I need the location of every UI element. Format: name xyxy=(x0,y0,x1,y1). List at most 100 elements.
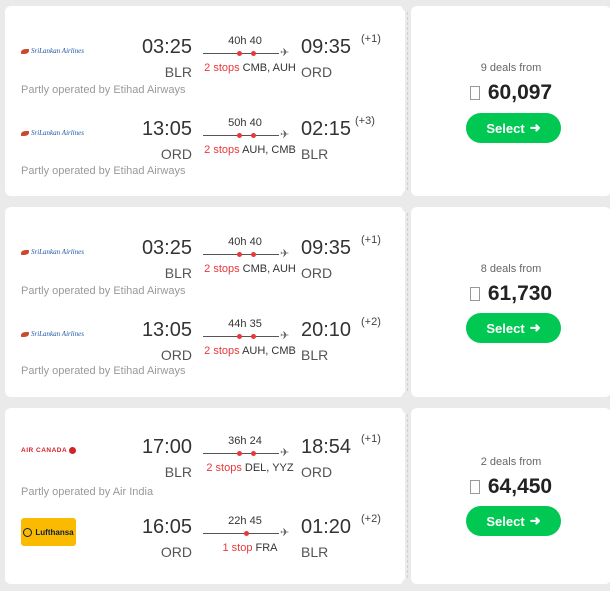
select-button[interactable]: Select ➜ xyxy=(466,113,561,143)
airline-logo: SriLankan Airlines xyxy=(21,325,84,343)
departure-airport: ORD xyxy=(160,544,192,560)
stops-via: AUH, CMB xyxy=(242,345,296,357)
day-offset: (+1) xyxy=(361,433,381,445)
stops-via: AUH, CMB xyxy=(242,144,296,156)
maple-leaf-icon xyxy=(69,447,77,455)
stops-via: CMB, AUH xyxy=(242,263,296,275)
srilankan-logo: SriLankan Airlines xyxy=(21,129,84,137)
route-line xyxy=(203,531,279,536)
plane-icon: ✈ xyxy=(280,527,290,539)
stops-count: 2 stops xyxy=(204,263,240,275)
stops-via: DEL, YYZ xyxy=(244,462,294,474)
departure-time: 03:25 xyxy=(141,237,192,259)
srilankan-logo: SriLankan Airlines xyxy=(21,330,84,338)
stop-dot xyxy=(244,531,249,536)
duration: 40h 40 xyxy=(228,35,262,47)
arrival-time: 01:20 xyxy=(301,516,352,538)
currency-icon xyxy=(469,86,480,100)
stops-count: 1 stop xyxy=(222,542,253,554)
bird-icon xyxy=(21,331,29,337)
price-panel: 8 deals from 61,730 Select ➜ xyxy=(411,207,610,397)
result-card[interactable]: SriLankan Airlines 03:25 BLR 40h 40 ✈ 2 … xyxy=(5,205,610,399)
outbound-leg: AIR CANADA 17:00 BLR 36h 24 ✈ 2 stops DE… xyxy=(5,432,405,492)
arrow-right-icon: ➜ xyxy=(529,120,541,135)
result-card[interactable]: AIR CANADA 17:00 BLR 36h 24 ✈ 2 stops DE… xyxy=(5,406,610,586)
plane-icon: ✈ xyxy=(280,447,290,459)
duration: 50h 40 xyxy=(228,117,262,129)
departure-airport: BLR xyxy=(164,265,192,281)
deals-count: 2 deals from xyxy=(480,456,542,468)
route-line xyxy=(203,334,279,339)
departure-time: 13:05 xyxy=(141,118,192,140)
operated-by: Partly operated by Etihad Airways xyxy=(21,365,186,377)
duration: 22h 45 xyxy=(228,515,262,527)
ticket-divider xyxy=(407,213,408,391)
arrival-time: 09:35 xyxy=(301,237,352,259)
bird-icon xyxy=(21,48,29,54)
arrival-airport: BLR xyxy=(301,347,329,363)
arrival-airport: BLR xyxy=(301,146,329,162)
plane-icon: ✈ xyxy=(280,47,290,59)
price: 64,450 xyxy=(411,475,610,499)
plane-icon: ✈ xyxy=(280,330,290,342)
route-line xyxy=(203,451,279,456)
srilankan-logo: SriLankan Airlines xyxy=(21,47,84,55)
lufthansa-logo: Lufthansa xyxy=(21,518,76,546)
stop-dot xyxy=(251,334,256,339)
price: 60,097 xyxy=(411,81,610,105)
srilankan-logo: SriLankan Airlines xyxy=(21,248,84,256)
arrival-airport: BLR xyxy=(301,544,329,560)
airline-logo: AIR CANADA xyxy=(21,442,79,460)
operated-by: Partly operated by Etihad Airways xyxy=(21,84,186,96)
stops-count: 2 stops xyxy=(206,462,242,474)
select-button[interactable]: Select ➜ xyxy=(466,506,561,536)
arrival-time: 18:54 xyxy=(301,436,352,458)
route-line xyxy=(203,133,279,138)
price-panel: 2 deals from 64,450 Select ➜ xyxy=(411,408,610,584)
stops-info: 2 stops DEL, YYZ xyxy=(195,462,305,474)
stop-dot xyxy=(237,133,242,138)
arrival-airport: ORD xyxy=(301,64,333,80)
day-offset: (+2) xyxy=(361,513,381,525)
day-offset: (+1) xyxy=(361,33,381,45)
outbound-leg: SriLankan Airlines 03:25 BLR 40h 40 ✈ 2 … xyxy=(5,32,405,92)
departure-time: 17:00 xyxy=(141,436,192,458)
operated-by: Partly operated by Air India xyxy=(21,486,154,498)
currency-icon xyxy=(469,480,480,494)
plane-icon: ✈ xyxy=(280,129,290,141)
departure-time: 16:05 xyxy=(141,516,192,538)
operated-by: Partly operated by Etihad Airways xyxy=(21,285,186,297)
currency-icon xyxy=(469,287,480,301)
departure-time: 03:25 xyxy=(141,36,192,58)
departure-airport: BLR xyxy=(164,64,192,80)
arrival-time: 09:35 xyxy=(301,36,352,58)
duration: 40h 40 xyxy=(228,236,262,248)
airline-logo: SriLankan Airlines xyxy=(21,124,84,142)
stops-via: CMB, AUH xyxy=(242,62,296,74)
arrival-airport: ORD xyxy=(301,464,333,480)
stops-info: 2 stops CMB, AUH xyxy=(195,62,305,74)
ticket-divider xyxy=(407,12,408,190)
result-card[interactable]: SriLankan Airlines 03:25 BLR 40h 40 ✈ 2 … xyxy=(5,4,610,198)
outbound-leg: SriLankan Airlines 03:25 BLR 40h 40 ✈ 2 … xyxy=(5,233,405,293)
arrival-time: 02:15 xyxy=(301,118,352,140)
arrival-time: 20:10 xyxy=(301,319,352,341)
itinerary-panel: SriLankan Airlines 03:25 BLR 40h 40 ✈ 2 … xyxy=(5,207,405,397)
route-line xyxy=(203,252,279,257)
departure-airport: BLR xyxy=(164,464,192,480)
stop-dot xyxy=(237,334,242,339)
stops-via: FRA xyxy=(255,542,278,554)
departure-time: 13:05 xyxy=(141,319,192,341)
stops-count: 2 stops xyxy=(204,144,240,156)
select-button[interactable]: Select ➜ xyxy=(466,313,561,343)
departure-airport: ORD xyxy=(160,347,192,363)
route-line xyxy=(203,51,279,56)
plane-icon: ✈ xyxy=(280,248,290,260)
stop-dot xyxy=(251,252,256,257)
day-offset: (+3) xyxy=(355,115,375,127)
airline-logo: SriLankan Airlines xyxy=(21,243,84,261)
stop-dot xyxy=(237,252,242,257)
itinerary-panel: AIR CANADA 17:00 BLR 36h 24 ✈ 2 stops DE… xyxy=(5,408,405,584)
departure-airport: ORD xyxy=(160,146,192,162)
stops-count: 2 stops xyxy=(204,62,240,74)
